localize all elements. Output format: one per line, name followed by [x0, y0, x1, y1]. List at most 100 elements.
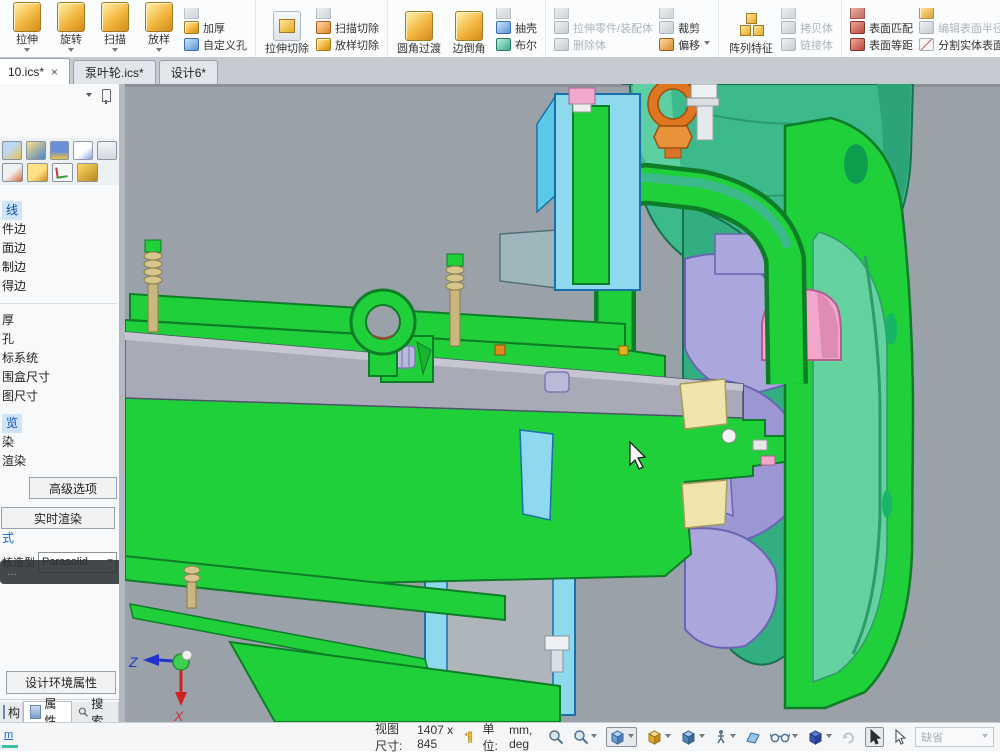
list-item[interactable]: 厚 [2, 311, 119, 330]
list-item[interactable]: 孔 [2, 330, 119, 349]
clipped-button[interactable] [919, 8, 1000, 19]
list-item[interactable]: 线 [2, 201, 119, 220]
select-tool-button[interactable] [865, 727, 884, 747]
refresh-button[interactable] [841, 730, 856, 745]
doc-tab-impeller[interactable]: 泵叶轮.ics* [73, 60, 156, 84]
list-item[interactable]: 件边 [2, 220, 119, 239]
design-env-properties-button[interactable]: 设计环境属性 [6, 671, 116, 694]
triad-x-label: X [173, 708, 184, 722]
close-icon[interactable]: × [51, 67, 58, 77]
shell-button[interactable]: 抽壳 [496, 19, 537, 36]
sweep-button[interactable]: 扫描 [93, 0, 137, 57]
structure-icon [3, 705, 5, 719]
modify-small-column: 抽壳 布尔 [493, 0, 540, 57]
magnifier-icon [573, 729, 589, 745]
clipped-button[interactable] [659, 8, 710, 19]
edit-surface-radius-button[interactable]: 编辑表面半径 [919, 19, 1000, 36]
panel-icon-edit[interactable] [73, 141, 93, 160]
clipped-button[interactable] [184, 8, 247, 19]
panel-icon-frame[interactable] [97, 141, 117, 160]
extrude-button[interactable]: 拉伸 [5, 0, 49, 57]
custom-hole-label: 自定义孔 [203, 37, 247, 53]
thicken-button[interactable]: 加厚 [184, 19, 247, 36]
panel-collapse-icon[interactable] [86, 93, 92, 100]
render-mode-button[interactable] [646, 729, 671, 745]
link-body-icon [781, 38, 796, 51]
doc-tab-design6[interactable]: 设计6* [159, 60, 218, 84]
clipped-button[interactable] [850, 8, 913, 19]
link-body-button[interactable]: 链接体 [781, 36, 833, 53]
trim-button[interactable]: 裁剪 [659, 19, 710, 36]
panel-icon-scene[interactable] [2, 141, 22, 160]
revolve-button[interactable]: 旋转 [49, 0, 93, 57]
list-item[interactable]: 览 [2, 414, 119, 433]
list-item[interactable]: 图尺寸 [2, 387, 119, 406]
list-item[interactable]: 制边 [2, 258, 119, 277]
advanced-options-button[interactable]: 高级选项 [29, 477, 117, 499]
chevron-down-icon [24, 48, 30, 55]
glasses-icon [770, 730, 790, 744]
list-item[interactable]: 得边 [2, 277, 119, 296]
loft-cut-button[interactable]: 放样切除 [316, 36, 379, 53]
delete-body-icon [554, 38, 569, 51]
fillet-button[interactable]: 圆角过渡 [393, 0, 445, 57]
clipped-button[interactable] [496, 8, 537, 19]
pump-section-model[interactable]: Z X [125, 84, 1000, 722]
cursor-arrow-icon [868, 729, 881, 745]
list-item[interactable]: 染 [2, 433, 119, 452]
section-view-button[interactable] [745, 729, 761, 745]
mm-link[interactable]: m [4, 729, 13, 741]
extrude-cut-label: 拉伸切除 [265, 43, 309, 55]
list-item[interactable]: 标系统 [2, 349, 119, 368]
clipped-button[interactable] [554, 8, 653, 19]
pin-icon[interactable] [102, 89, 111, 102]
list-item[interactable]: 渲染 [2, 452, 119, 471]
cube-icon [680, 729, 697, 745]
panel-icon-medal[interactable] [50, 141, 70, 160]
doc-tab-10ics[interactable]: 10.ics* × [0, 58, 70, 84]
delete-body-button[interactable]: 删除体 [554, 36, 653, 53]
select-alt-button[interactable] [893, 729, 906, 745]
scene-settings-button[interactable] [807, 729, 832, 745]
split-surface-button[interactable]: 分割实体表面 [919, 36, 1000, 53]
tab-structure[interactable]: 构 [0, 702, 23, 722]
list-item[interactable]: 面边 [2, 239, 119, 258]
discharge-flange[interactable] [785, 118, 913, 708]
panel-icon-render[interactable] [26, 141, 46, 160]
link-item[interactable]: 式 [0, 529, 119, 547]
offset-button[interactable]: 偏移 [659, 36, 710, 53]
copy-body-button[interactable]: 拷贝体 [781, 19, 833, 36]
chamfer-button[interactable]: 边倒角 [445, 0, 493, 57]
realtime-render-button[interactable]: 实时渲染 [1, 507, 115, 529]
clipped-button[interactable] [781, 8, 833, 19]
panel-icon-grid[interactable] [2, 163, 23, 182]
3d-viewport[interactable]: Z X [125, 84, 1000, 722]
surface-offset-button[interactable]: 表面等距 [850, 36, 913, 53]
custom-hole-button[interactable]: 自定义孔 [184, 36, 247, 53]
clipped-button[interactable] [316, 8, 379, 19]
zoom-in-button[interactable] [548, 729, 564, 745]
surface-match-button[interactable]: 表面匹配 [850, 19, 913, 36]
loft-button[interactable]: 放样 [137, 0, 181, 57]
tab-properties[interactable]: 属性 [23, 701, 72, 722]
list-item[interactable]: 围盒尺寸 [2, 368, 119, 387]
display-style-button[interactable] [680, 729, 705, 745]
panel-bottom-tabs: 构 属性 搜索 [0, 699, 119, 722]
extrude-part-button[interactable]: 拉伸零件/装配体 [554, 19, 653, 36]
panel-icon-axis[interactable] [52, 163, 73, 182]
fillet-label: 圆角过渡 [397, 43, 441, 55]
sweep-cut-icon [316, 21, 331, 34]
extrude-cut-button[interactable]: 拉伸切除 [261, 0, 313, 57]
selection-filter-combo[interactable]: 缺省 [915, 727, 994, 747]
boolean-button[interactable]: 布尔 [496, 36, 537, 53]
view-orientation-button[interactable] [606, 727, 637, 747]
panel-icon-parts[interactable] [27, 163, 48, 182]
panel-icon-tool[interactable] [77, 163, 98, 182]
zoom-tool-button[interactable] [573, 729, 597, 745]
perspective-button[interactable] [770, 730, 798, 744]
tab-search[interactable]: 搜索 [72, 702, 119, 722]
walk-mode-button[interactable] [714, 729, 736, 745]
revolve-label: 旋转 [60, 34, 82, 46]
sweep-cut-button[interactable]: 扫描切除 [316, 19, 379, 36]
pattern-feature-button[interactable]: 阵列特征 [724, 0, 778, 57]
